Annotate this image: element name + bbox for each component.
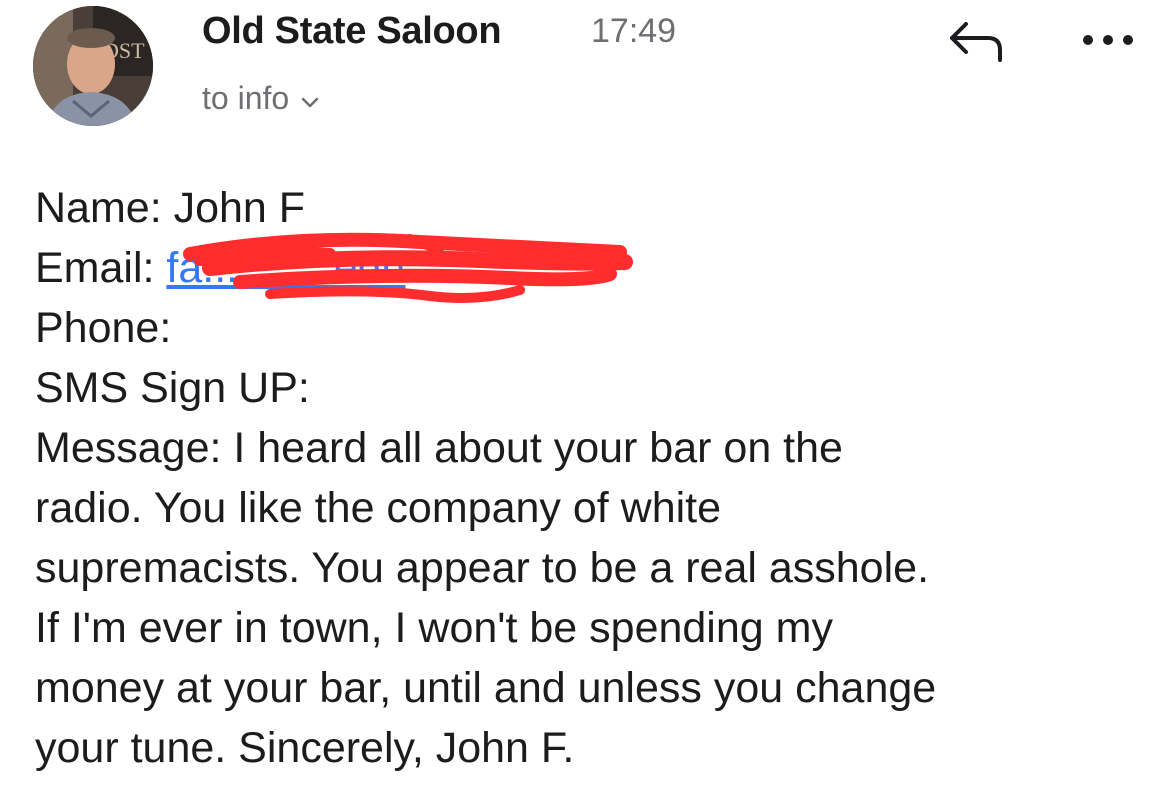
message-line: supremacists. You appear to be a real as… — [35, 544, 930, 592]
recipient-toggle[interactable]: to info — [202, 80, 319, 117]
message-line: your tune. Sincerely, John F. — [35, 724, 575, 772]
email-label: Email: — [35, 244, 155, 292]
recipient-label: to info — [202, 80, 290, 116]
reply-arrow-icon — [950, 22, 1002, 62]
message-line: money at your bar, until and unless you … — [35, 664, 937, 712]
received-time: 17:49 — [591, 12, 677, 50]
message-line: radio. You like the company of white — [35, 484, 722, 532]
more-actions-button[interactable] — [1080, 28, 1136, 52]
sms-signup-line: SMS Sign UP: — [35, 364, 310, 412]
reply-button[interactable] — [944, 18, 1008, 66]
message-line: If I'm ever in town, I won't be spending… — [35, 604, 833, 652]
message-line: Message: I heard all about your bar on t… — [35, 424, 843, 472]
sender-avatar[interactable]: DST — [33, 6, 153, 126]
redaction-scribble — [180, 224, 640, 314]
sender-name[interactable]: Old State Saloon — [202, 10, 502, 53]
chevron-down-icon — [301, 80, 319, 117]
ellipsis-icon — [1083, 35, 1133, 45]
sender-photo: DST — [33, 6, 153, 126]
